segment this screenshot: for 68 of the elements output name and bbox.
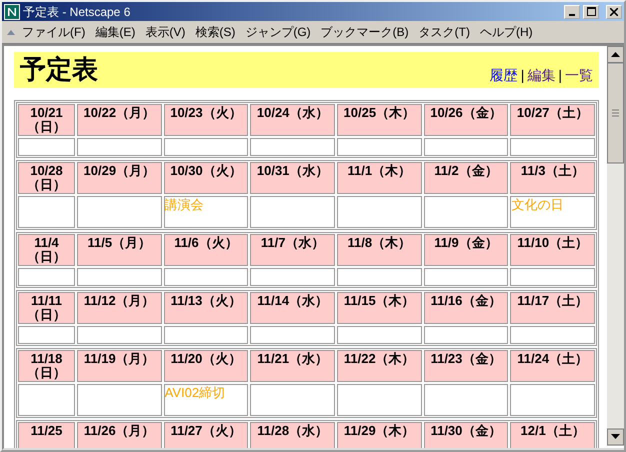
date-cell: 10/26（金） xyxy=(424,104,508,136)
date-cell: 11/5（月） xyxy=(77,234,162,266)
date-cell: 11/3（土） xyxy=(510,162,595,194)
nav-link[interactable]: 編集 xyxy=(527,65,556,86)
date-cell: 11/20（火） xyxy=(164,350,248,382)
date-cell: 10/29（月） xyxy=(77,162,162,194)
maximize-button[interactable] xyxy=(583,4,599,18)
app-icon xyxy=(4,4,20,20)
link-separator: | xyxy=(558,66,562,85)
event-cell: 文化の日 xyxy=(510,196,595,228)
date-cell: 11/9（金） xyxy=(424,234,508,266)
date-cell: 10/21（日） xyxy=(18,104,75,136)
link-separator: | xyxy=(520,66,524,85)
date-cell: 11/17（土） xyxy=(510,292,595,324)
minimize-icon xyxy=(569,14,575,16)
menu-item[interactable]: 検索(S) xyxy=(191,22,240,42)
date-cell: 11/1（木） xyxy=(336,162,422,194)
date-cell: 11/6（火） xyxy=(164,234,248,266)
date-cell: 10/31（水） xyxy=(250,162,335,194)
date-cell: 11/23（金） xyxy=(424,350,508,382)
date-cell: 10/23（火） xyxy=(164,104,248,136)
page-title: 予定表 xyxy=(20,53,98,86)
menu-item[interactable]: ブックマーク(B) xyxy=(316,22,413,42)
close-button[interactable] xyxy=(606,4,622,18)
date-cell: 10/25（木） xyxy=(336,104,422,136)
date-cell: 11/15（木） xyxy=(336,292,422,324)
date-cell: 11/18（日） xyxy=(18,350,75,382)
date-cell: 11/7（水） xyxy=(250,234,335,266)
date-cell: 11/28（水） xyxy=(250,422,335,448)
close-icon xyxy=(610,8,618,16)
date-cell: 10/30（火） xyxy=(164,162,248,194)
date-cell: 11/29（木） xyxy=(336,422,422,448)
date-cell: 12/1（土） xyxy=(510,422,595,448)
date-cell: 11/13（火） xyxy=(164,292,248,324)
menu-item[interactable]: 表示(V) xyxy=(141,22,190,42)
date-cell: 11/10（土） xyxy=(510,234,595,266)
date-cell: 11/11（日） xyxy=(18,292,75,324)
date-cell: 10/28（日） xyxy=(18,162,75,194)
date-cell: 11/25 xyxy=(18,422,75,448)
event-cell: 講演会 xyxy=(164,196,248,228)
maximize-icon xyxy=(586,7,596,16)
nav-link[interactable]: 一覧 xyxy=(565,65,593,86)
date-cell: 11/12（月） xyxy=(77,292,162,324)
date-cell: 10/24（水） xyxy=(250,104,335,136)
date-cell: 11/27（火） xyxy=(164,422,248,448)
date-cell: 11/16（金） xyxy=(424,292,508,324)
date-cell: 10/22（月） xyxy=(77,104,162,136)
date-cell: 11/19（月） xyxy=(77,350,162,382)
menu-item[interactable]: タスク(T) xyxy=(414,22,474,42)
event-cell: AVI02締切 xyxy=(164,384,248,416)
scrollbar[interactable] xyxy=(607,46,624,446)
nav-link[interactable]: 履歴 xyxy=(490,65,518,86)
date-cell: 11/8（木） xyxy=(336,234,422,266)
date-cell: 11/2（金） xyxy=(424,162,508,194)
date-cell: 11/21（水） xyxy=(250,350,335,382)
date-cell: 11/14（水） xyxy=(250,292,335,324)
date-cell: 11/24（土） xyxy=(510,350,595,382)
menu-item[interactable]: ジャンプ(G) xyxy=(241,22,315,42)
menu-item[interactable]: ヘルプ(H) xyxy=(476,22,537,42)
window-title: 予定表 - Netscape 6 xyxy=(23,4,132,20)
date-cell: 11/22（木） xyxy=(336,350,422,382)
menu-item[interactable]: ファイル(F) xyxy=(18,22,90,42)
date-cell: 11/26（月） xyxy=(77,422,162,448)
minimize-button[interactable] xyxy=(564,4,580,18)
date-cell: 11/4（日） xyxy=(18,234,75,266)
date-cell: 11/30（金） xyxy=(424,422,508,448)
date-cell: 10/27（土） xyxy=(510,104,595,136)
menu-item[interactable]: 編集(E) xyxy=(91,22,140,42)
